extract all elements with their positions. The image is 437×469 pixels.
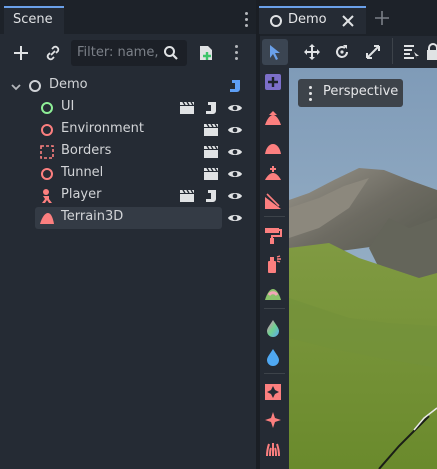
open-scene-icon[interactable]: [179, 101, 195, 115]
wetness-icon[interactable]: [264, 347, 282, 367]
visibility-eye-icon[interactable]: [227, 211, 243, 225]
hole-tool-icon[interactable]: [264, 383, 282, 401]
script-icon[interactable]: [203, 188, 219, 204]
height-terrain-icon[interactable]: [264, 165, 282, 181]
list-select-icon[interactable]: [402, 43, 420, 61]
select-tool-button[interactable]: [262, 39, 288, 65]
node3d-icon: [41, 168, 53, 180]
close-icon[interactable]: [341, 14, 355, 28]
tree-item-player[interactable]: Player: [0, 185, 256, 207]
tree-item-environment[interactable]: Environment: [0, 119, 256, 141]
scale-tool-icon[interactable]: [364, 43, 382, 61]
color-brush-icon[interactable]: [264, 318, 282, 338]
bounds-icon: [40, 145, 54, 159]
tree-item-ui[interactable]: UI: [0, 97, 256, 119]
perspective-menu-button[interactable]: Perspective: [298, 79, 403, 107]
terrain-icon: [40, 213, 54, 224]
node3d-icon: [270, 15, 282, 27]
instance-scene-icon[interactable]: [197, 44, 215, 62]
navigation-tool-icon[interactable]: [264, 411, 282, 429]
open-scene-icon[interactable]: [203, 145, 219, 159]
flatten-terrain-icon[interactable]: [264, 139, 282, 155]
script-icon[interactable]: [227, 78, 243, 94]
open-scene-icon[interactable]: [179, 189, 195, 203]
visibility-eye-icon[interactable]: [227, 145, 243, 159]
toolbar-separator: [392, 38, 393, 64]
spray-texture-icon[interactable]: [264, 255, 282, 273]
tab-scene-label: Scene: [13, 12, 53, 27]
tree-item-label: Demo: [49, 77, 88, 92]
terrain-render: [289, 68, 437, 469]
add-tab-icon[interactable]: [374, 10, 390, 26]
slope-terrain-icon[interactable]: [264, 192, 282, 210]
visibility-eye-icon[interactable]: [227, 189, 243, 203]
dock-menu-icon[interactable]: [245, 12, 249, 30]
side-toolbar-separator: [264, 216, 285, 217]
tree-item-label: Tunnel: [61, 165, 104, 180]
add-region-icon[interactable]: [264, 73, 282, 91]
tab-demo[interactable]: Demo: [259, 6, 366, 34]
pointer-icon: [270, 45, 280, 60]
visibility-eye-icon[interactable]: [227, 167, 243, 181]
tree-item-terrain3d[interactable]: Terrain3D: [0, 207, 256, 229]
move-tool-icon[interactable]: [303, 43, 321, 61]
open-scene-icon[interactable]: [203, 123, 219, 137]
tree-item-tunnel[interactable]: Tunnel: [0, 163, 256, 185]
tree-item-label: Borders: [61, 143, 112, 158]
link-icon[interactable]: [44, 44, 62, 62]
script-icon[interactable]: [203, 100, 219, 116]
scene-dock: [0, 0, 256, 469]
tree-item-demo[interactable]: Demo: [0, 75, 256, 97]
search-icon: [164, 46, 178, 60]
tree-item-borders[interactable]: Borders: [0, 141, 256, 163]
autoshader-icon[interactable]: [264, 285, 282, 301]
menu-dots-icon: [309, 86, 313, 104]
filter-input[interactable]: Filter: name,: [71, 40, 187, 66]
lock-icon[interactable]: [426, 43, 437, 61]
foliage-tool-icon[interactable]: [264, 439, 282, 457]
chevron-down-icon[interactable]: [10, 81, 22, 93]
visibility-eye-icon[interactable]: [227, 123, 243, 137]
side-toolbar-separator: [264, 308, 285, 309]
open-scene-icon[interactable]: [203, 167, 219, 181]
3d-viewport[interactable]: [289, 68, 437, 469]
tab-demo-label: Demo: [288, 12, 327, 27]
tree-item-label: Terrain3D: [61, 209, 124, 224]
paint-texture-icon[interactable]: [264, 226, 282, 244]
add-node-icon[interactable]: [12, 44, 30, 62]
filter-placeholder: Filter: name,: [77, 45, 159, 60]
side-toolbar-separator: [264, 373, 285, 374]
raise-terrain-icon[interactable]: [264, 110, 282, 126]
tree-item-label: UI: [61, 99, 75, 114]
rotate-tool-icon[interactable]: [333, 43, 351, 61]
visibility-eye-icon[interactable]: [227, 101, 243, 115]
perspective-label: Perspective: [323, 84, 399, 99]
node3d-icon: [41, 124, 53, 136]
control-icon: [41, 102, 53, 114]
tab-scene[interactable]: Scene: [4, 6, 64, 34]
character-icon: [42, 189, 52, 203]
more-options-icon[interactable]: [235, 45, 239, 63]
tree-item-label: Player: [61, 187, 102, 202]
node3d-icon: [29, 80, 41, 92]
tree-item-label: Environment: [61, 121, 145, 136]
